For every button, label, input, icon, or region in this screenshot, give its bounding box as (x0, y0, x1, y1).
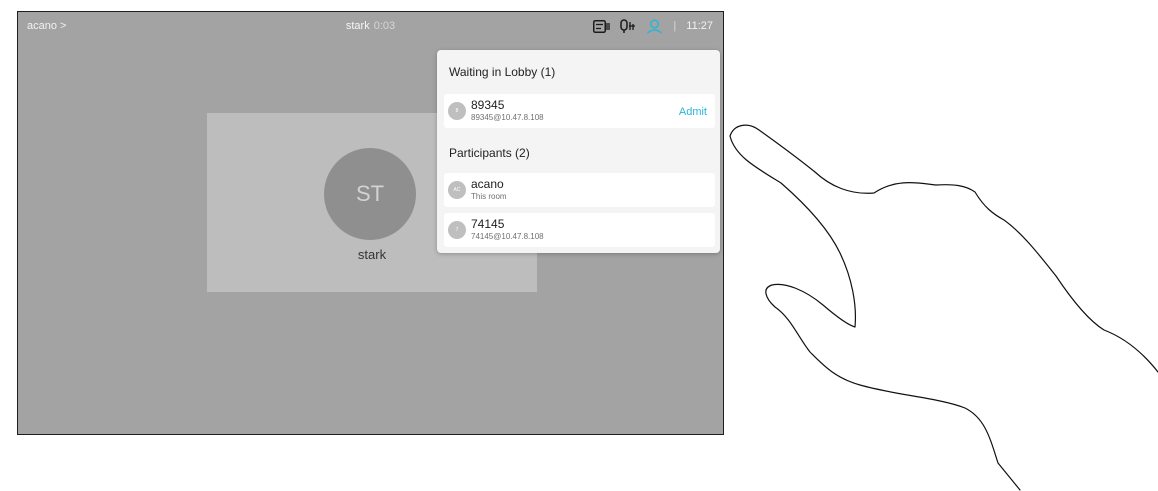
hand-gesture-illustration (729, 124, 1158, 491)
